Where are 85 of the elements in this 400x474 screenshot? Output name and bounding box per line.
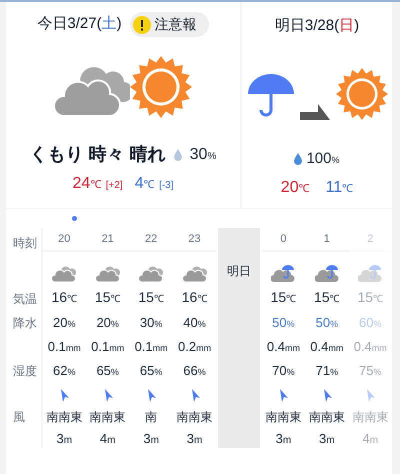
drop-icon (294, 152, 302, 165)
wind-direction: 南南東 (46, 409, 82, 426)
hour-label: 21 (102, 232, 114, 247)
wind-speed: 3m (143, 430, 159, 448)
precipitation-value: 20% (53, 314, 76, 332)
precipitation-value: 50% (316, 314, 338, 332)
wind-speed: 3m (186, 430, 202, 448)
row-label: 湿度 (13, 363, 37, 380)
warning-label: 注意報 (154, 15, 197, 34)
arrow-icon (300, 102, 332, 120)
humidity-value: 65% (140, 362, 162, 380)
temperature-value: 15℃ (94, 288, 120, 307)
precipitation-value: 20% (96, 314, 119, 332)
drop-icon (174, 148, 182, 160)
wind-arrow-icon (190, 389, 200, 402)
humidity-value: 66% (183, 362, 206, 380)
row-label: 時刻 (13, 235, 37, 252)
temperature-value: 15℃ (314, 288, 340, 307)
cloud-icon (52, 264, 76, 282)
hour-label: 23 (188, 232, 201, 247)
rainfall-value: 0.1mm (134, 338, 168, 356)
weather-condition: くもり 時々 晴れ (30, 143, 166, 166)
temperature-value: 15℃ (270, 288, 296, 307)
hour-label: 2 (367, 232, 374, 247)
humidity-value: 71% (316, 362, 338, 380)
wind-arrow-icon (365, 389, 376, 402)
wind-direction: 南南東 (352, 409, 388, 426)
rainfall-value: 0.1mm (48, 338, 81, 356)
cloud-icon (182, 264, 207, 282)
today-date: 今日3/27(土) (37, 14, 122, 34)
wind-speed: 3m (276, 430, 292, 448)
wind-arrow-icon (146, 389, 156, 402)
wind-speed: 4m (100, 430, 116, 448)
wind-speed: 3m (56, 430, 72, 448)
humidity-value: 65% (96, 362, 119, 380)
rainfall-value: 0.1mm (91, 338, 124, 356)
exclamation-icon (132, 16, 151, 34)
tomorrow-date: 明日3/28(日) (274, 16, 360, 36)
precipitation-value: 40% (183, 314, 206, 332)
sun-icon (130, 56, 192, 118)
precipitation-value: 30% (140, 314, 162, 332)
hour-label: 22 (144, 232, 158, 247)
temperature-value: 15℃ (357, 288, 384, 307)
high-temperature: 20℃ (280, 178, 310, 198)
cloud-umbrella-icon (358, 264, 382, 282)
hour-label: 0 (280, 232, 286, 247)
precipitation-chance: 100% (306, 148, 340, 168)
precipitation-chance: 30% (190, 144, 216, 164)
cloud-umbrella-icon (271, 264, 296, 282)
temperature-value: 16℃ (182, 288, 208, 307)
wind-speed: 4m (362, 430, 378, 448)
humidity-value: 75% (359, 362, 382, 380)
cloud-icon (139, 264, 164, 282)
humidity-value: 62% (53, 362, 76, 380)
humidity-value: 70% (272, 362, 295, 380)
wind-direction: 南南東 (176, 409, 213, 426)
low-temperature: 11℃ (326, 178, 354, 198)
wind-speed: 3m (319, 430, 335, 448)
wind-direction: 南 (145, 409, 158, 426)
wind-direction: 南南東 (90, 409, 126, 426)
hour-label: 20 (58, 232, 70, 247)
high-temperature: 24℃ [+2] (72, 174, 123, 194)
sun-icon (336, 68, 388, 120)
precipitation-value: 60% (359, 314, 382, 332)
wind-direction: 南南東 (265, 409, 302, 426)
rainfall-value: 0.4mm (310, 338, 344, 356)
precipitation-value: 50% (272, 314, 295, 332)
row-label: 降水 (13, 315, 37, 332)
wind-arrow-icon (59, 389, 70, 402)
wind-arrow-icon (102, 389, 113, 402)
wind-direction: 南南東 (308, 409, 345, 426)
rainfall-value: 0.4mm (266, 338, 300, 356)
hour-label: 1 (324, 232, 330, 247)
rainfall-value: 0.4mm (354, 338, 387, 356)
low-temperature: 4℃ [-3] (134, 174, 174, 194)
rainfall-value: 0.2mm (178, 338, 212, 356)
row-label: 風 (13, 409, 25, 426)
warning-badge[interactable]: 注意報 (130, 12, 209, 37)
temperature-value: 15℃ (138, 288, 164, 307)
cloud-icon (96, 264, 120, 282)
temperature-value: 16℃ (51, 288, 78, 307)
wind-arrow-icon (322, 389, 332, 402)
cloud-umbrella-icon (314, 264, 339, 282)
wind-arrow-icon (278, 389, 288, 402)
row-label: 気温 (13, 291, 37, 308)
